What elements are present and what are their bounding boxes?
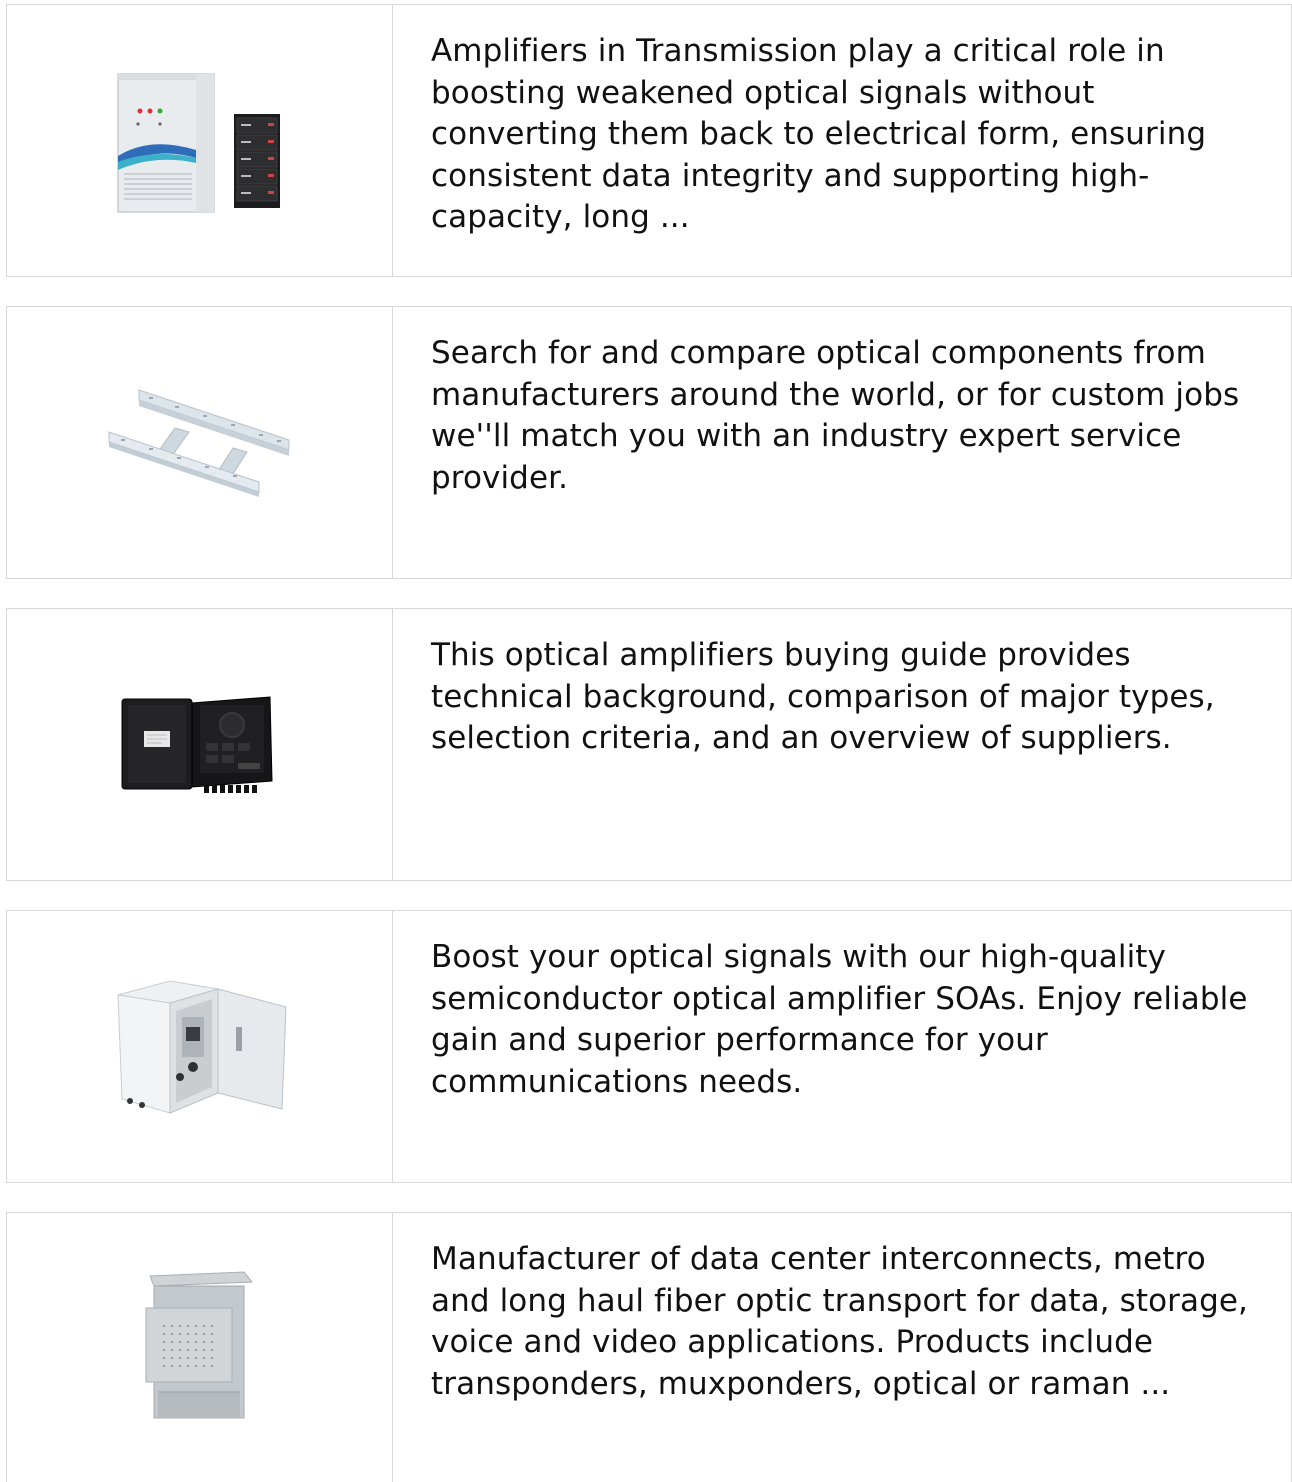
item-description: Boost your optical signals with our high… (431, 939, 1248, 1100)
product-thumbnail[interactable] (7, 609, 393, 880)
list-item[interactable]: Search for and compare optical component… (6, 306, 1292, 579)
fiber-box-image (121, 695, 273, 793)
cable-ladder-image (108, 388, 289, 497)
product-thumbnail[interactable] (7, 1213, 393, 1482)
outdoor-cabinet-image (116, 72, 280, 213)
item-description: Manufacturer of data center interconnect… (431, 1241, 1249, 1402)
product-thumbnail[interactable] (7, 5, 393, 276)
grey-cabinet-image (145, 1270, 253, 1418)
product-thumbnail[interactable] (7, 307, 393, 578)
list-item[interactable]: Manufacturer of data center interconnect… (6, 1212, 1292, 1482)
list-item[interactable]: Amplifiers in Transmission play a critic… (6, 4, 1292, 277)
item-description: Amplifiers in Transmission play a critic… (431, 33, 1207, 235)
list-item[interactable]: Boost your optical signals with our high… (6, 910, 1292, 1183)
list-item[interactable]: This optical amplifiers buying guide pro… (6, 608, 1292, 881)
product-list: Amplifiers in Transmission play a critic… (6, 4, 1292, 1482)
item-description: Search for and compare optical component… (431, 335, 1240, 496)
open-enclosure-image (116, 979, 287, 1114)
item-description: This optical amplifiers buying guide pro… (431, 637, 1215, 756)
product-thumbnail[interactable] (7, 911, 393, 1182)
